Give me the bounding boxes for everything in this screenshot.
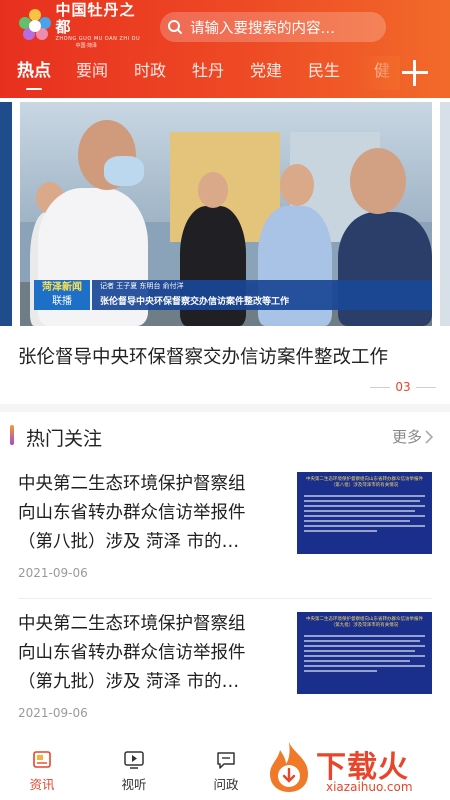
- news-item[interactable]: 中央第二生态环境保护督察组 向山东省转办群众信访举报件 （第八批）涉及 菏泽 市…: [0, 470, 450, 600]
- nav-inquiry[interactable]: 问政: [196, 750, 256, 793]
- section-separator: [0, 404, 450, 412]
- chat-bubble-icon: [215, 750, 237, 770]
- tabs-fade: [360, 56, 400, 90]
- logo-title: 中国牡丹之都: [55, 1, 136, 36]
- nav-video[interactable]: 视听: [104, 750, 164, 793]
- channel-tabs: 热点 要闻 时政 牡丹 党建 民生 健: [0, 56, 400, 90]
- nav-news[interactable]: 资讯: [12, 750, 72, 793]
- prev-slide-peek[interactable]: [0, 102, 12, 326]
- watermark-url: xiazaihuo.com: [326, 780, 413, 794]
- tab-livelihood[interactable]: 民生: [304, 56, 344, 90]
- news-program-tag: 菏泽新闻 联播: [34, 280, 90, 310]
- carousel-indicator: 03: [370, 380, 436, 394]
- news-date: 2021-09-06: [18, 706, 88, 720]
- news-date: 2021-09-06: [18, 566, 88, 580]
- news-title-line: 中央第二生态环境保护督察组: [18, 474, 246, 494]
- thumbnail-text-line: [304, 665, 425, 667]
- person-head: [280, 164, 314, 206]
- more-link[interactable]: 更多: [392, 426, 434, 447]
- person-head: [350, 148, 406, 214]
- top-header: 中国牡丹之都 ZHONG GUO MU DAN ZHI DU 中国·菏泽 请输入…: [0, 0, 450, 98]
- caption-title: 张伦督导中央环保督察交办信访案件整改等工作: [100, 297, 290, 307]
- next-slide-peek[interactable]: [440, 102, 450, 326]
- program-name: 菏泽新闻: [42, 282, 82, 293]
- thumbnail-text-line: [304, 520, 411, 522]
- list-divider: [18, 598, 432, 599]
- thumbnail-text-line: [304, 635, 425, 637]
- thumbnail-text-line: [304, 660, 411, 662]
- thumbnail-text-line: [304, 525, 425, 527]
- thumbnail-text-line: [304, 655, 425, 657]
- more-label: 更多: [392, 428, 423, 446]
- face-mask: [104, 156, 144, 186]
- app-screen: 中国牡丹之都 ZHONG GUO MU DAN ZHI DU 中国·菏泽 请输入…: [0, 0, 450, 800]
- tab-party-building[interactable]: 党建: [246, 56, 286, 90]
- news-title: 中央第二生态环境保护督察组 向山东省转办群众信访举报件 （第八批）涉及 菏泽 市…: [18, 470, 286, 557]
- thumbnail-text-line: [304, 650, 416, 652]
- flame-logo-icon: [270, 742, 308, 792]
- chevron-right-icon: [425, 429, 434, 444]
- logo-pinyin: ZHONG GUO MU DAN ZHI DU: [55, 36, 141, 42]
- program-sub: 联播: [52, 296, 72, 307]
- person-head: [198, 172, 228, 208]
- site-watermark: 下载火 xiazaihuo.com: [262, 738, 448, 798]
- thumbnail-text-line: [304, 530, 377, 532]
- news-title-line: （第九批）涉及 菏泽 市的…: [18, 672, 240, 692]
- tab-peony[interactable]: 牡丹: [188, 56, 228, 90]
- thumbnail-title: 中央第二生态环境保护督察组向山东省转办群众信访举报件（第九批）涉及菏泽市的有关情…: [306, 617, 423, 628]
- news-title-line: 中央第二生态环境保护督察组: [18, 614, 246, 634]
- tab-politics[interactable]: 时政: [130, 56, 170, 90]
- caption-reporters: 记者 王子夏 东明台 俞付洋: [100, 282, 184, 290]
- news-title-line: 向山东省转办群众信访举报件: [18, 503, 246, 523]
- indicator-line: [416, 386, 436, 388]
- thumbnail-text-line: [304, 495, 425, 497]
- thumbnail-text-line: [304, 670, 377, 672]
- news-icon: [31, 750, 53, 770]
- thumbnail-title: 中央第二生态环境保护督察组向山东省转办群众信访举报件（第八批）涉及菏泽市的有关情…: [306, 477, 423, 488]
- tab-important-news[interactable]: 要闻: [72, 56, 112, 90]
- thumbnail-text-line: [304, 640, 421, 642]
- logo-text-group: 中国牡丹之都 ZHONG GUO MU DAN ZHI DU 中国·菏泽: [55, 2, 150, 50]
- thumbnail-text-line: [304, 510, 416, 512]
- add-channel-icon[interactable]: [400, 58, 430, 88]
- search-icon: [160, 12, 190, 42]
- app-logo[interactable]: 中国牡丹之都 ZHONG GUO MU DAN ZHI DU 中国·菏泽: [18, 2, 150, 49]
- search-bar[interactable]: 请输入要搜索的内容…: [160, 12, 386, 42]
- news-title-line: （第八批）涉及 菏泽 市的…: [18, 532, 240, 552]
- news-title: 中央第二生态环境保护督察组 向山东省转办群众信访举报件 （第九批）涉及 菏泽 市…: [18, 610, 286, 697]
- section-title: 热门关注: [26, 428, 103, 450]
- nav-news-label: 资讯: [29, 777, 55, 792]
- indicator-line: [370, 386, 390, 388]
- news-title-line: 向山东省转办群众信访举报件: [18, 643, 246, 663]
- logo-subtitle: 中国·菏泽: [75, 43, 98, 49]
- nav-inquiry-label: 问政: [213, 777, 239, 792]
- thumbnail-text-line: [304, 645, 425, 647]
- caption-bar: 记者 王子夏 东明台 俞付洋 张伦督导中央环保督察交办信访案件整改等工作: [92, 280, 432, 310]
- news-thumbnail: 中央第二生态环境保护督察组向山东省转办群众信访举报件（第九批）涉及菏泽市的有关情…: [297, 612, 432, 694]
- video-caption: 菏泽新闻 联播 记者 王子夏 东明台 俞付洋 张伦督导中央环保督察交办信访案件整…: [20, 278, 432, 314]
- news-thumbnail: 中央第二生态环境保护督察组向山东省转办群众信访举报件（第八批）涉及菏泽市的有关情…: [297, 472, 432, 554]
- thumbnail-text-line: [304, 505, 425, 507]
- indicator-page-number: 03: [395, 380, 411, 394]
- banner-carousel[interactable]: 菏泽新闻 联播 记者 王子夏 东明台 俞付洋 张伦督导中央环保督察交办信访案件整…: [20, 102, 432, 326]
- banner-headline[interactable]: 张伦督导中央环保督察交办信访案件整改工作: [18, 343, 438, 369]
- peony-logo-icon: [18, 9, 51, 43]
- search-input[interactable]: 请输入要搜索的内容…: [190, 17, 376, 38]
- video-icon: [123, 750, 145, 770]
- tab-hot[interactable]: 热点: [14, 56, 54, 90]
- nav-video-label: 视听: [121, 777, 147, 792]
- section-accent-bar: [10, 425, 14, 445]
- thumbnail-text-line: [304, 500, 421, 502]
- thumbnail-text-line: [304, 515, 425, 517]
- news-item[interactable]: 中央第二生态环境保护督察组 向山东省转办群众信访举报件 （第九批）涉及 菏泽 市…: [0, 610, 450, 740]
